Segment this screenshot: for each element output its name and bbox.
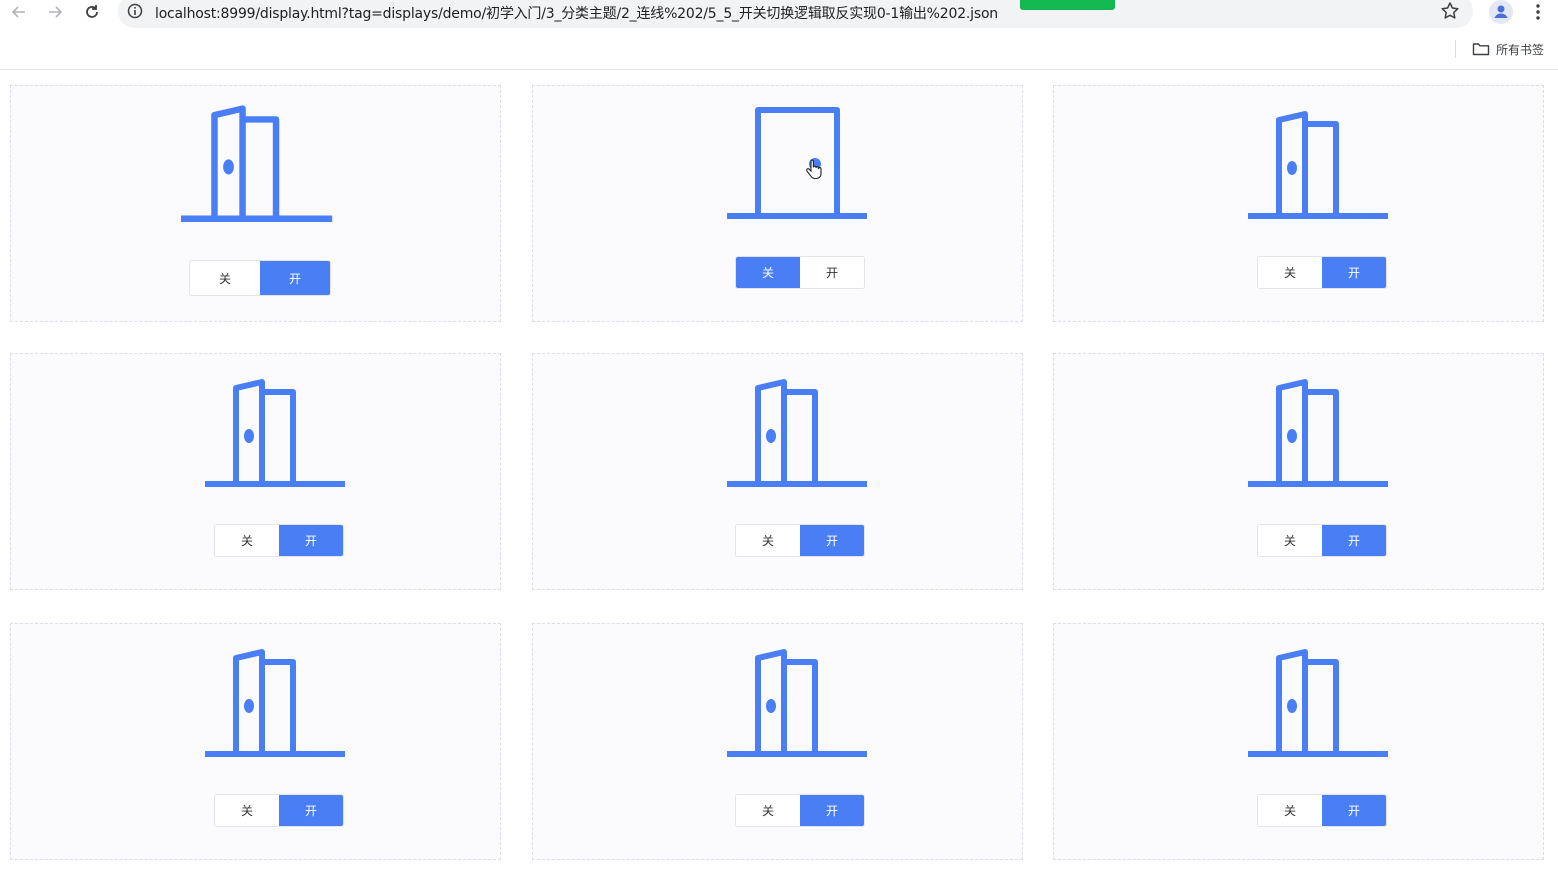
open-door-icon — [205, 649, 345, 757]
person-icon — [1494, 5, 1508, 18]
on-off-switch[interactable]: 关开 — [1257, 524, 1387, 557]
door-card: 关开 — [532, 85, 1023, 322]
door-card: 关开 — [532, 623, 1023, 860]
open-door-icon — [1248, 111, 1388, 219]
switch-on-option[interactable]: 开 — [1322, 795, 1386, 826]
arrow-right-icon — [49, 6, 63, 18]
open-door-icon — [1248, 649, 1388, 757]
on-off-switch[interactable]: 关开 — [735, 794, 865, 827]
status-indicator — [1020, 0, 1115, 10]
forward-button[interactable] — [44, 2, 66, 22]
door-card: 关开 — [10, 353, 501, 590]
hand-cursor-icon — [805, 159, 823, 181]
switch-on-option[interactable]: 开 — [279, 525, 343, 556]
switch-on-option[interactable]: 开 — [1322, 257, 1386, 288]
on-off-switch[interactable]: 关开 — [1257, 256, 1387, 289]
door-card: 关开 — [10, 85, 501, 322]
switch-on-option[interactable]: 开 — [279, 795, 343, 826]
switch-on-option[interactable]: 开 — [800, 795, 864, 826]
all-bookmarks-button[interactable]: 所有书签 — [1472, 40, 1544, 58]
folder-icon — [1472, 43, 1490, 56]
on-off-switch[interactable]: 关开 — [189, 260, 331, 296]
switch-off-option[interactable]: 关 — [1258, 525, 1322, 556]
profile-avatar[interactable] — [1489, 0, 1513, 24]
switch-on-option[interactable]: 开 — [800, 525, 864, 556]
back-button[interactable] — [8, 2, 30, 22]
door-card: 关开 — [10, 623, 501, 860]
switch-off-option[interactable]: 关 — [190, 261, 260, 295]
reload-icon — [86, 5, 98, 18]
open-door-icon — [727, 649, 867, 757]
door-card: 关开 — [1053, 353, 1544, 590]
switch-off-option[interactable]: 关 — [1258, 795, 1322, 826]
arrow-left-icon — [11, 6, 25, 18]
switch-off-option[interactable]: 关 — [736, 795, 800, 826]
reload-button[interactable] — [81, 2, 103, 22]
switch-off-option[interactable]: 关 — [215, 525, 279, 556]
star-icon[interactable] — [1440, 1, 1460, 21]
browser-chrome: localhost:8999/display.html?tag=displays… — [0, 0, 1558, 70]
bookmarks-divider — [1455, 40, 1456, 58]
door-card: 关开 — [532, 353, 1023, 590]
closed-door-icon — [727, 107, 867, 219]
on-off-switch[interactable]: 关开 — [214, 524, 344, 557]
on-off-switch[interactable]: 关开 — [214, 794, 344, 827]
page-content: 关开关开关开关开关开关开关开关开关开 — [0, 70, 1558, 870]
on-off-switch[interactable]: 关开 — [1257, 794, 1387, 827]
kebab-menu-icon[interactable] — [1530, 2, 1546, 22]
info-icon[interactable] — [127, 3, 143, 19]
on-off-switch[interactable]: 关开 — [735, 256, 865, 289]
url-text[interactable]: localhost:8999/display.html?tag=displays… — [155, 3, 998, 22]
switch-off-option[interactable]: 关 — [736, 257, 800, 288]
switch-off-option[interactable]: 关 — [1258, 257, 1322, 288]
switch-on-option[interactable]: 开 — [1322, 525, 1386, 556]
bookmarks-label: 所有书签 — [1496, 42, 1545, 57]
door-card: 关开 — [1053, 85, 1544, 322]
door-card: 关开 — [1053, 623, 1544, 860]
switch-off-option[interactable]: 关 — [215, 795, 279, 826]
switch-off-option[interactable]: 关 — [736, 525, 800, 556]
switch-on-option[interactable]: 开 — [800, 257, 864, 288]
on-off-switch[interactable]: 关开 — [735, 524, 865, 557]
open-door-icon — [1248, 379, 1388, 487]
open-door-icon — [727, 379, 867, 487]
switch-on-option[interactable]: 开 — [260, 261, 330, 295]
open-door-icon — [181, 105, 333, 223]
open-door-icon — [205, 379, 345, 487]
